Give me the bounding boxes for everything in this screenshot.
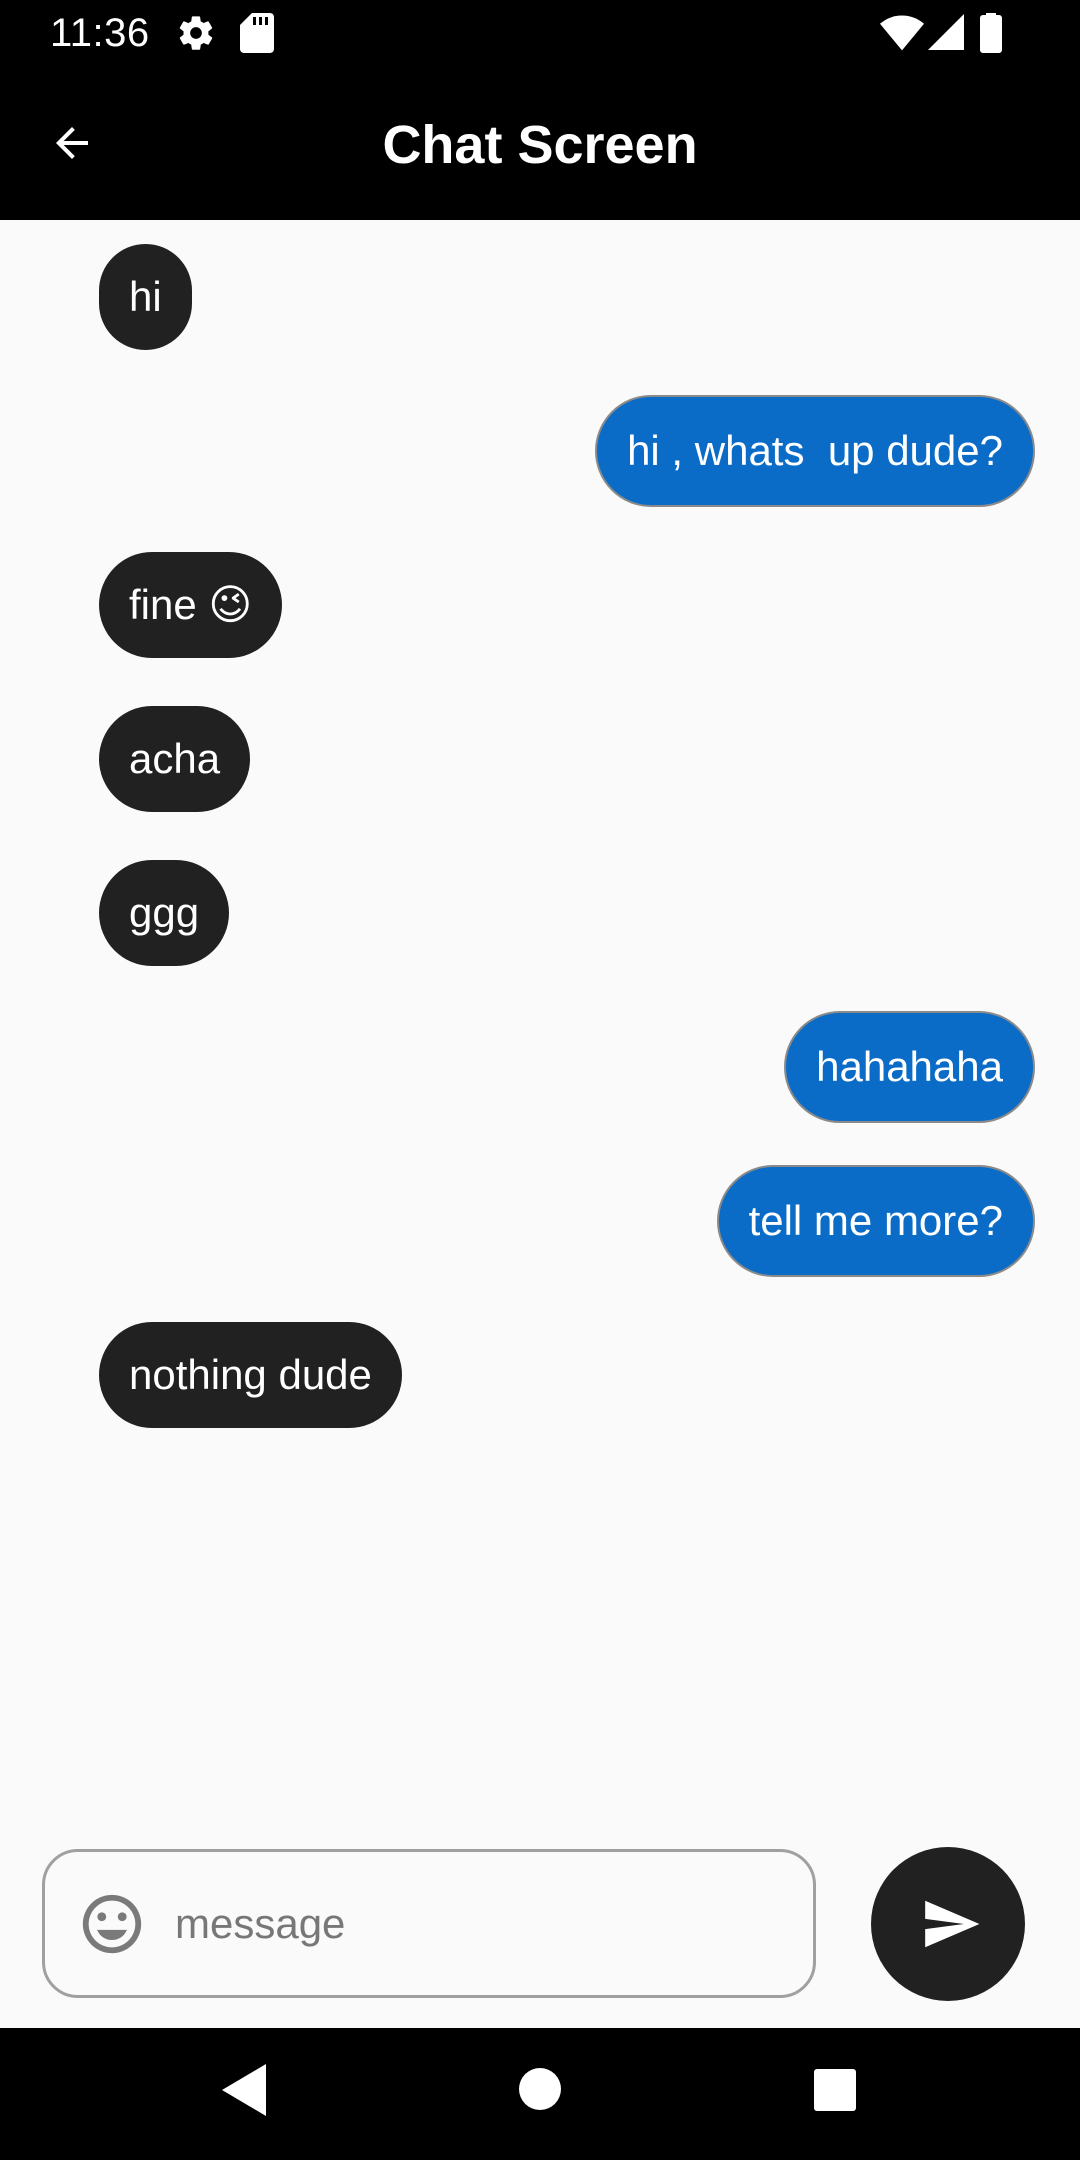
message-input[interactable] bbox=[173, 1882, 775, 1966]
message-row: nothing dude bbox=[0, 1322, 1080, 1432]
emoji-button[interactable] bbox=[77, 1889, 147, 1959]
signal-icon bbox=[928, 13, 964, 56]
nav-back-icon[interactable] bbox=[222, 2064, 266, 2121]
received-message-bubble: nothing dude bbox=[99, 1322, 402, 1428]
send-icon bbox=[920, 1893, 982, 1955]
page-title: Chat Screen bbox=[382, 115, 698, 175]
message-row: tell me more? bbox=[0, 1165, 1080, 1277]
sent-message-bubble: hi , whats up dude? bbox=[595, 395, 1035, 507]
received-message-bubble: ggg bbox=[99, 860, 230, 966]
send-button[interactable] bbox=[871, 1847, 1025, 2001]
nav-home-icon[interactable] bbox=[518, 2064, 562, 2121]
message-row: ggg bbox=[0, 860, 1080, 970]
received-message-bubble: hi bbox=[99, 244, 192, 350]
message-input-box bbox=[42, 1849, 816, 1998]
emoji-icon bbox=[77, 1894, 147, 1963]
nav-recents-icon[interactable] bbox=[814, 2064, 856, 2121]
message-list: hi hi , whats up dude? fine 😉 acha ggg h… bbox=[0, 220, 1080, 1820]
received-message-bubble: acha bbox=[99, 706, 251, 812]
sent-message-bubble: hahahaha bbox=[784, 1011, 1035, 1123]
message-row: hi , whats up dude? bbox=[0, 395, 1080, 507]
message-row: fine 😉 bbox=[0, 552, 1080, 662]
message-row: hi bbox=[0, 244, 1080, 354]
chat-screen: 11:36 Chat Screen hi hi , whats up dude?… bbox=[0, 0, 1080, 2160]
app-bar: Chat Screen bbox=[0, 66, 1080, 220]
message-row: acha bbox=[0, 706, 1080, 816]
received-message-bubble: fine 😉 bbox=[99, 552, 283, 658]
gear-icon bbox=[176, 13, 216, 58]
navigation-bar bbox=[0, 2028, 1080, 2160]
wifi-icon bbox=[880, 13, 924, 56]
sent-message-bubble: tell me more? bbox=[716, 1165, 1035, 1277]
status-bar: 11:36 bbox=[0, 0, 1080, 66]
status-time: 11:36 bbox=[50, 11, 150, 55]
battery-icon bbox=[980, 13, 1002, 58]
message-row: hahahaha bbox=[0, 1011, 1080, 1123]
sd-card-icon bbox=[240, 13, 274, 58]
